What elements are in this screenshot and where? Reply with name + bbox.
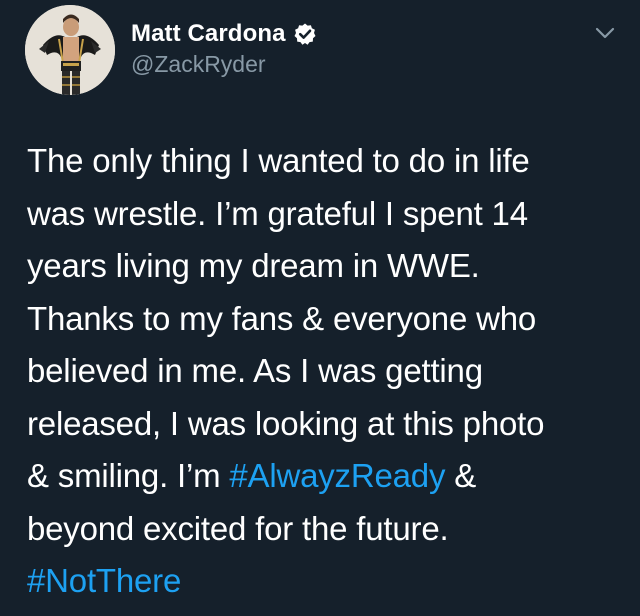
tweet-line: The only thing I wanted to do in life — [27, 142, 530, 179]
hashtag-link-alwayzready[interactable]: #AlwayzReady — [229, 457, 445, 494]
tweet-line: released, I was looking at this photo — [27, 404, 545, 442]
tweet-line: #NotThere — [27, 555, 617, 608]
author-name-row[interactable]: Matt Cardona — [131, 17, 317, 51]
tweet-line: was wrestle. I’m grateful I spent 14 — [27, 194, 528, 232]
user-handle[interactable]: @ZackRyder — [131, 51, 266, 78]
tweet-line: beyond excited for the future. — [27, 509, 449, 547]
hashtag-link-notthere[interactable]: #NotThere — [27, 562, 181, 599]
tweet-text-segment: & smiling. I’m — [27, 457, 221, 494]
avatar[interactable] — [25, 5, 115, 95]
tweet-text: The only thing I wanted to do in life wa… — [27, 135, 617, 608]
tweet-line: years living my dream in WWE. — [27, 247, 480, 284]
tweet-card: Matt Cardona @ZackRyder The only thing I… — [0, 0, 640, 616]
tweet-line: Thanks to my fans & everyone who — [27, 299, 537, 337]
avatar-photo — [25, 5, 115, 95]
tweet-line: believed in me. As I was getting — [27, 352, 483, 389]
tweet-text-segment: & — [454, 457, 477, 494]
display-name[interactable]: Matt Cardona — [131, 20, 286, 48]
verified-badge-icon — [293, 22, 317, 46]
tweet-line-with-hashtag: & smiling. I’m #AlwayzReady & — [27, 450, 617, 503]
chevron-down-icon[interactable] — [592, 22, 618, 44]
